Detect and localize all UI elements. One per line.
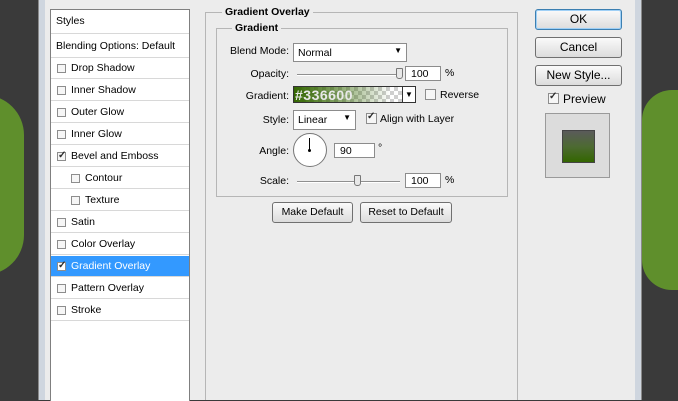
background-shape-left <box>0 95 24 275</box>
style-item-label: Inner Shadow <box>71 84 136 96</box>
blending-options-item[interactable]: Blending Options: Default <box>51 34 189 58</box>
gradient-label: Gradient: <box>245 90 289 102</box>
angle-label: Angle: <box>259 145 289 157</box>
style-item-drop-shadow[interactable]: Drop Shadow <box>51 58 189 79</box>
reverse-label: Reverse <box>440 89 480 101</box>
angle-dial-center <box>308 149 311 152</box>
satin-checkbox[interactable] <box>57 218 66 227</box>
new-style-button[interactable]: New Style... <box>535 65 622 86</box>
style-item-texture[interactable]: Texture <box>51 190 189 211</box>
style-item-contour[interactable]: Contour <box>51 168 189 189</box>
inner-glow-checkbox[interactable] <box>57 130 66 139</box>
align-with-layer-label: Align with Layer <box>380 113 455 125</box>
style-item-satin[interactable]: Satin <box>51 212 189 233</box>
style-item-label: Color Overlay <box>71 238 136 250</box>
cancel-button[interactable]: Cancel <box>535 37 622 58</box>
style-item-pattern-overlay[interactable]: Pattern Overlay <box>51 278 189 299</box>
gradient-dropdown-arrow[interactable]: ▼ <box>402 87 415 102</box>
opacity-label: Opacity: <box>250 68 289 80</box>
opacity-input[interactable]: 100 <box>405 66 441 81</box>
stroke-checkbox[interactable] <box>57 306 66 315</box>
background-shape-right <box>642 90 678 290</box>
style-item-label: Drop Shadow <box>71 62 135 74</box>
style-item-label: Texture <box>85 194 120 206</box>
blend-mode-value: Normal <box>298 47 332 59</box>
style-item-stroke[interactable]: Stroke <box>51 300 189 321</box>
style-item-outer-glow[interactable]: Outer Glow <box>51 102 189 123</box>
style-item-label: Bevel and Emboss <box>71 150 159 162</box>
reverse-checkbox[interactable] <box>425 89 436 100</box>
preview-swatch <box>562 130 595 163</box>
color-overlay-checkbox[interactable] <box>57 240 66 249</box>
blending-options-label: Blending Options: Default <box>56 40 176 52</box>
section-title: Gradient Overlay <box>222 6 313 18</box>
style-item-label: Outer Glow <box>71 106 125 118</box>
style-item-gradient-overlay[interactable]: ✓ Gradient Overlay <box>51 256 189 277</box>
gradient-overlay-checkbox[interactable]: ✓ <box>57 260 67 271</box>
preview-thumbnail <box>545 113 610 178</box>
style-dropdown[interactable]: Linear ▼ <box>293 110 356 130</box>
style-item-color-overlay[interactable]: Color Overlay <box>51 234 189 255</box>
preview-label: Preview <box>563 92 606 106</box>
scale-slider-thumb[interactable] <box>353 175 361 186</box>
opacity-slider-thumb[interactable] <box>396 68 403 79</box>
styles-label: Styles <box>56 15 85 27</box>
ok-button[interactable]: OK <box>535 9 622 30</box>
check-icon: ✓ <box>58 260 67 271</box>
check-icon: ✓ <box>549 91 558 102</box>
style-item-label: Stroke <box>71 304 102 316</box>
angle-unit: ° <box>378 142 383 154</box>
style-label: Style: <box>262 114 289 126</box>
check-icon: ✓ <box>367 111 376 122</box>
scale-slider-track[interactable] <box>297 181 400 183</box>
inner-shadow-checkbox[interactable] <box>57 86 66 95</box>
angle-value: 90 <box>340 145 352 157</box>
style-item-label: Pattern Overlay <box>71 282 144 294</box>
outer-glow-checkbox[interactable] <box>57 108 66 117</box>
style-item-label: Inner Glow <box>71 128 122 140</box>
styles-header[interactable]: Styles <box>51 10 189 34</box>
drop-shadow-checkbox[interactable] <box>57 64 66 73</box>
styles-list-panel: Styles Blending Options: Default Drop Sh… <box>50 9 190 401</box>
angle-dial[interactable] <box>293 133 327 167</box>
blend-mode-label: Blend Mode: <box>230 45 289 57</box>
scale-value: 100 <box>411 175 429 187</box>
texture-checkbox[interactable] <box>71 196 80 205</box>
gradient-text: #336600 <box>295 87 354 103</box>
opacity-slider-track[interactable] <box>297 74 400 76</box>
make-default-button[interactable]: Make Default <box>272 202 353 223</box>
style-item-label: Gradient Overlay <box>71 260 151 272</box>
opacity-value: 100 <box>411 68 429 80</box>
opacity-unit: % <box>445 67 455 79</box>
pattern-overlay-checkbox[interactable] <box>57 284 66 293</box>
bevel-emboss-checkbox[interactable]: ✓ <box>57 150 67 161</box>
style-item-bevel-emboss[interactable]: ✓ Bevel and Emboss <box>51 146 189 167</box>
scale-input[interactable]: 100 <box>405 173 441 188</box>
check-icon: ✓ <box>58 150 67 161</box>
preview-checkbox[interactable]: ✓ <box>548 91 559 104</box>
gradient-swatch[interactable]: #336600 ▼ <box>293 86 416 103</box>
style-item-inner-shadow[interactable]: Inner Shadow <box>51 80 189 101</box>
group-title: Gradient <box>232 22 282 34</box>
style-value: Linear <box>298 114 328 126</box>
scale-label: Scale: <box>259 175 289 187</box>
angle-input[interactable]: 90 <box>334 143 375 158</box>
chevron-down-icon: ▼ <box>343 113 351 122</box>
style-item-inner-glow[interactable]: Inner Glow <box>51 124 189 145</box>
reset-to-default-button[interactable]: Reset to Default <box>360 202 452 223</box>
blend-mode-dropdown[interactable]: Normal ▼ <box>293 43 407 62</box>
style-item-label: Contour <box>85 172 123 184</box>
chevron-down-icon: ▼ <box>394 46 402 55</box>
scale-unit: % <box>445 174 455 186</box>
contour-checkbox[interactable] <box>71 174 80 183</box>
align-with-layer-checkbox[interactable]: ✓ <box>366 111 377 124</box>
style-item-label: Satin <box>71 216 95 228</box>
